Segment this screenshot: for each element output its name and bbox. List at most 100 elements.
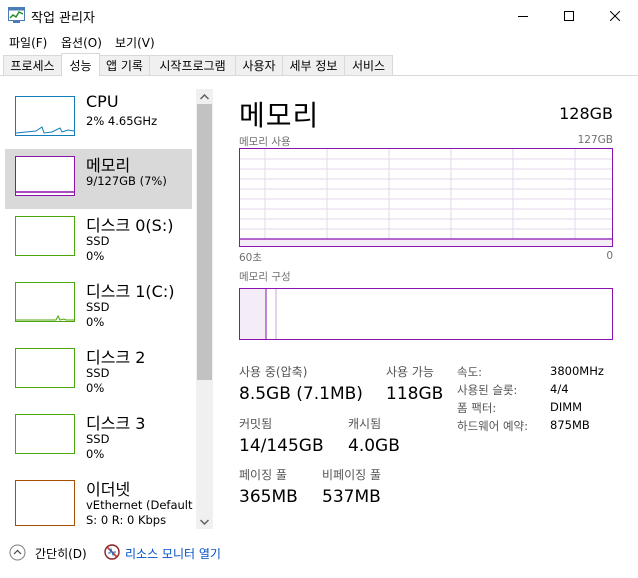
- open-resource-monitor-link[interactable]: 리소스 모니터 열기: [125, 545, 221, 562]
- scroll-thumb[interactable]: [197, 104, 212, 380]
- slots-value: 4/4: [550, 382, 569, 396]
- sidebar-item-throughput: S: 0 R: 0 Kbps: [86, 513, 167, 527]
- menu-file[interactable]: 파일(F): [9, 34, 47, 51]
- cpu-thumbnail: [15, 96, 75, 136]
- sidebar-item-memory[interactable]: 메모리 9/127GB (7%): [5, 149, 192, 209]
- minimize-icon: [518, 15, 528, 17]
- page-title: 메모리: [239, 99, 320, 132]
- chevron-up-circle-icon: [9, 544, 26, 561]
- sidebar-item-title: CPU: [86, 92, 119, 111]
- available-label: 사용 가능: [386, 365, 434, 379]
- total-memory: 128GB: [559, 104, 613, 123]
- tab-processes[interactable]: 프로세스: [3, 55, 62, 75]
- scroll-down-button[interactable]: [196, 514, 213, 529]
- memory-detail-panel: 메모리 128GB 메모리 사용 127GB 60초 0 메모리 구성 사용 중…: [214, 77, 638, 529]
- resource-list: CPU 2% 4.65GHz 메모리 9/127GB (7%) 디스크 0(S:…: [0, 77, 214, 529]
- sidebar-item-usage: 0%: [86, 447, 105, 461]
- paged-pool-value: 365MB: [239, 487, 298, 507]
- sidebar-item-type: SSD: [86, 366, 110, 380]
- sidebar-item-type: SSD: [86, 300, 110, 314]
- menu-options[interactable]: 옵션(O): [61, 34, 102, 51]
- memory-composition-bar: [239, 288, 613, 340]
- cpu-sparkline: [16, 126, 74, 134]
- memory-thumbnail: [15, 156, 75, 196]
- menu-bar: 파일(F) 옵션(O) 보기(V): [0, 31, 638, 53]
- scroll-up-button[interactable]: [196, 89, 213, 104]
- window-title: 작업 관리자: [31, 11, 95, 26]
- committed-value: 14/145GB: [239, 436, 324, 456]
- footer-bar: 간단히(D) 리소스 모니터 열기: [0, 537, 638, 567]
- tab-details[interactable]: 세부 정보: [282, 55, 345, 75]
- maximize-button[interactable]: [546, 0, 592, 31]
- sidebar-scrollbar[interactable]: [196, 89, 213, 529]
- cached-label: 캐시됨: [348, 417, 382, 431]
- sidebar-item-type: SSD: [86, 234, 110, 248]
- paged-pool-label: 페이징 풀: [239, 468, 287, 482]
- nonpaged-pool-value: 537MB: [322, 487, 381, 507]
- resource-monitor-icon: [104, 544, 120, 560]
- composition-segments: [240, 289, 277, 339]
- tab-services[interactable]: 서비스: [344, 55, 393, 75]
- sidebar-item-usage: 0%: [86, 315, 105, 329]
- sidebar-item-title: 이더넷: [86, 480, 131, 499]
- hardware-reserved-label: 하드웨어 예약:: [457, 419, 529, 433]
- disk-thumbnail: [15, 282, 75, 322]
- sidebar-item-detail: 2% 4.65GHz: [86, 114, 158, 128]
- disk-thumbnail: [15, 348, 75, 388]
- fewer-details-link[interactable]: 간단히(D): [35, 545, 87, 562]
- speed-label: 속도:: [457, 365, 483, 379]
- maximize-icon: [564, 10, 574, 21]
- slots-label: 사용된 슬롯:: [457, 383, 518, 397]
- task-manager-icon: [8, 7, 25, 23]
- sidebar-item-detail: 9/127GB (7%): [86, 174, 167, 188]
- title-bar: 작업 관리자: [0, 0, 638, 31]
- sidebar-item-title: 디스크 0(S:): [86, 216, 174, 235]
- sidebar-item-usage: 0%: [86, 249, 105, 263]
- disk-sparkline: [16, 314, 74, 321]
- committed-label: 커밋됨: [239, 417, 273, 431]
- chevron-down-icon: [200, 518, 209, 525]
- form-factor-value: DIMM: [550, 400, 583, 414]
- ethernet-thumbnail: [15, 480, 75, 526]
- in-use-value: 8.5GB (7.1MB): [239, 384, 363, 404]
- memory-usage-graph: [239, 148, 613, 247]
- chevron-up-icon: [200, 93, 209, 100]
- nonpaged-pool-label: 비페이징 풀: [322, 468, 382, 482]
- sidebar-item-usage: 0%: [86, 381, 105, 395]
- sidebar-item-cpu[interactable]: CPU 2% 4.65GHz: [5, 89, 192, 149]
- close-button[interactable]: [592, 0, 638, 31]
- sidebar-item-disk-2[interactable]: 디스크 2 SSD 0%: [5, 341, 192, 401]
- cached-value: 4.0GB: [348, 436, 400, 456]
- tab-users[interactable]: 사용자: [235, 55, 283, 75]
- disk-thumbnail: [15, 216, 75, 256]
- tab-app-history[interactable]: 앱 기록: [99, 55, 150, 75]
- form-factor-label: 폼 팩터:: [457, 401, 497, 415]
- disk-thumbnail: [15, 414, 75, 454]
- tab-bar: 프로세스 성능 앱 기록 시작프로그램 사용자 세부 정보 서비스: [0, 53, 638, 76]
- sidebar-item-title: 디스크 3: [86, 414, 146, 433]
- hardware-reserved-value: 875MB: [550, 418, 590, 432]
- sidebar-item-title: 디스크 2: [86, 348, 146, 367]
- sidebar-item-ethernet[interactable]: 이더넷 vEthernet (Default S S: 0 R: 0 Kbps: [5, 473, 196, 529]
- tab-performance[interactable]: 성능: [61, 53, 100, 76]
- sidebar-item-title: 디스크 1(C:): [86, 282, 175, 301]
- in-use-label: 사용 중(압축): [239, 365, 308, 379]
- menu-view[interactable]: 보기(V): [115, 34, 155, 51]
- available-value: 118GB: [386, 384, 444, 404]
- sidebar-item-disk-3[interactable]: 디스크 3 SSD 0%: [5, 407, 192, 467]
- graph-time-start: 60초: [239, 252, 263, 264]
- minimize-button[interactable]: [500, 0, 546, 31]
- speed-value: 3800MHz: [550, 364, 604, 378]
- sidebar-item-adapter: vEthernet (Default S: [86, 498, 196, 512]
- sidebar-item-type: SSD: [86, 432, 110, 446]
- sidebar-item-title: 메모리: [86, 156, 131, 175]
- sidebar-item-disk-0[interactable]: 디스크 0(S:) SSD 0%: [5, 209, 192, 269]
- tab-startup[interactable]: 시작프로그램: [149, 55, 236, 75]
- usage-graph-max: 127GB: [577, 134, 613, 146]
- usage-graph-label: 메모리 사용: [239, 136, 291, 148]
- sidebar-item-disk-1[interactable]: 디스크 1(C:) SSD 0%: [5, 275, 192, 335]
- close-icon: [610, 10, 620, 21]
- usage-graph-grid: [240, 149, 612, 246]
- fewer-details-button[interactable]: [9, 544, 26, 561]
- graph-time-end: 0: [606, 250, 613, 262]
